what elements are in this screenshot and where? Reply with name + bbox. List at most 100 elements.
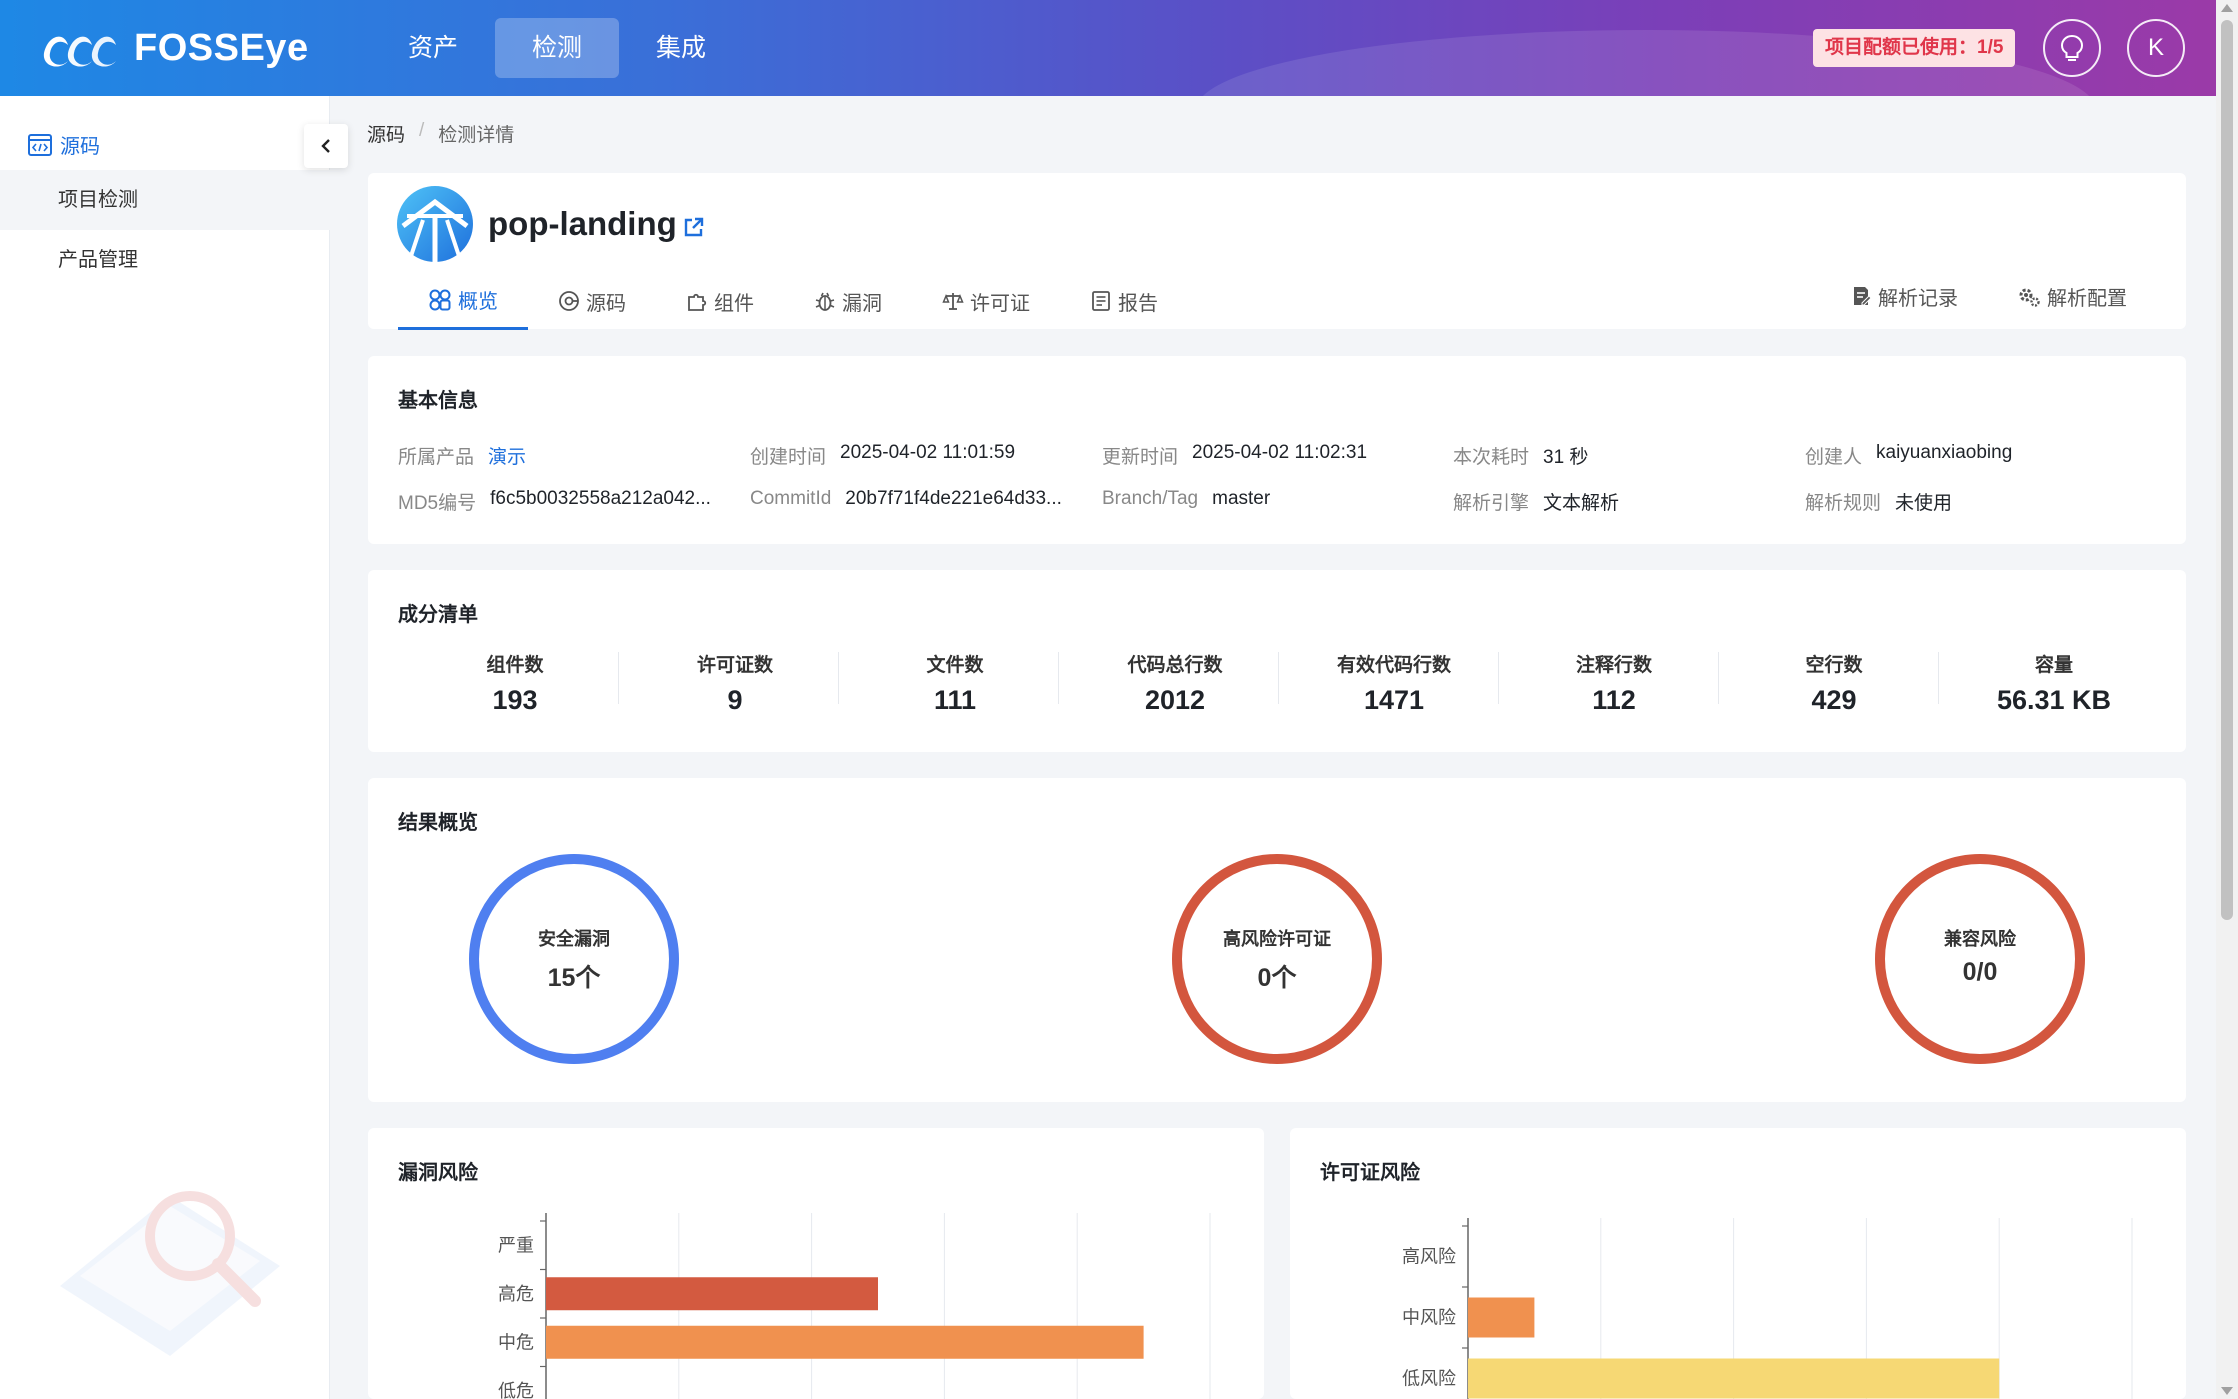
ring-compat-value: 0/0 [1962,958,1998,986]
tab-report[interactable]: 报告 [1060,272,1188,330]
info-duration-value: 31 秒 [1543,447,1589,468]
stat-divider [618,652,619,704]
stat-label: 代码总行数 [1127,655,1223,676]
info-created-value: 2025-04-02 11:01:59 [840,442,1016,463]
sidebar-item-project-detection[interactable]: 项目检测 [0,170,330,230]
external-link-icon[interactable] [683,216,705,238]
chart-bar[interactable] [546,1325,1144,1359]
stat-label: 容量 [2034,655,2073,676]
scrollbar-thumb[interactable] [2221,20,2233,920]
code-icon [28,133,52,156]
nav-integration[interactable]: 集成 [619,18,743,78]
scale-icon [942,293,964,310]
info-created: 创建时间 2025-04-02 11:01:59 [750,442,1015,469]
tab-components[interactable]: 组件 [656,272,784,330]
parse-config-button[interactable]: 解析配置 [2017,272,2127,320]
gears-icon [2019,288,2040,307]
logo-text: FOSSEye [134,26,309,69]
tab-overview-label: 概览 [458,291,498,313]
ring-license-label: 高风险许可证 [1223,929,1331,949]
chart-bar[interactable] [546,1277,878,1311]
info-engine-key: 解析引擎 [1453,493,1530,514]
stat-divider [838,652,839,704]
info-commit: CommitId 20b7f71f4de221e64d33... [750,488,1062,510]
stat-value: 112 [1592,685,1636,715]
tab-licenses-label: 许可证 [970,292,1030,315]
stat-value: 1471 [1363,685,1425,715]
parse-config-label: 解析配置 [2047,287,2127,310]
chart-category-label: 低危 [498,1381,534,1399]
project-tabs: 概览 源码 组件 漏洞 许可证 报告 [398,272,1188,330]
tips-button[interactable] [2043,19,2101,77]
scroll-up-arrow-icon[interactable] [2221,4,2233,12]
user-avatar-button[interactable]: K [2127,19,2185,77]
nav-detection[interactable]: 检测 [495,18,620,78]
main-nav: 资产 检测 集成 [371,18,743,78]
stat-label: 许可证数 [696,655,773,676]
tab-components-label: 组件 [714,292,754,315]
edit-document-icon [1854,287,1872,306]
info-creator-key: 创建人 [1805,447,1863,468]
chart-category-label: 高危 [498,1284,534,1304]
breadcrumb-source[interactable]: 源码 [367,120,405,147]
stat-divider [1278,652,1279,704]
stat-label: 有效代码行数 [1336,655,1451,676]
info-rule: 解析规则 未使用 [1805,488,1952,515]
chart-bar[interactable] [1468,1358,2000,1399]
breadcrumb-separator: / [419,120,425,141]
stat-label: 文件数 [926,655,984,676]
page-scrollbar[interactable] [2216,0,2238,1399]
tab-overview[interactable]: 概览 [398,272,528,330]
parse-records-button[interactable]: 解析记录 [1850,272,1958,320]
stat-licenses: 许可证数 9 [625,650,845,716]
breadcrumb-detail: 检测详情 [438,125,515,146]
sidebar-root-label: 源码 [60,136,100,158]
sidebar-collapse-button[interactable] [304,124,348,168]
tab-vulnerabilities[interactable]: 漏洞 [784,272,912,330]
sidebar-root-source[interactable]: 源码 [28,130,100,159]
stat-divider [1058,652,1059,704]
chart-category-label: 中危 [498,1332,534,1352]
chart-bar[interactable] [1468,1297,1535,1338]
tab-source-label: 源码 [586,292,626,315]
info-updated-value: 2025-04-02 11:02:31 [1192,442,1368,463]
info-creator-value: kaiyuanxiaobing [1876,442,2013,463]
stat-value: 2012 [1144,685,1206,715]
info-branch-key: Branch/Tag [1102,488,1199,509]
lightbulb-icon [2060,34,2084,61]
stat-capacity: 容量 56.31 KB [1944,650,2164,716]
basic-info-title: 基本信息 [398,390,478,412]
chevron-left-icon [321,139,330,153]
chart-category-label: 低风险 [1402,1369,1456,1389]
stat-blank-lines: 空行数 429 [1724,650,1944,716]
nav-assets[interactable]: 资产 [371,18,495,78]
info-creator: 创建人 kaiyuanxiaobing [1805,442,2012,469]
sidebar-item-product-management[interactable]: 产品管理 [0,230,330,290]
scroll-down-arrow-icon[interactable] [2221,1387,2233,1395]
chart-category-label: 高风险 [1402,1247,1456,1267]
quota-badge: 项目配额已使用：1/5 [1813,29,2016,67]
tab-source[interactable]: 源码 [528,272,656,330]
parse-records-label: 解析记录 [1878,287,1958,310]
logo[interactable]: FOSSEye [38,20,309,76]
info-md5: MD5编号 f6c5b0032558a212a042... [398,488,711,515]
info-md5-value: f6c5b0032558a212a042... [490,488,711,509]
stat-divider [1498,652,1499,704]
info-branch-value: master [1212,488,1271,509]
top-navigation-bar: FOSSEye 资产 检测 集成 项目配额已使用：1/5 K [0,0,2216,96]
stat-value: 111 [933,685,977,715]
info-rule-key: 解析规则 [1805,493,1882,514]
bug-icon [815,292,835,311]
info-branch: Branch/Tag master [1102,488,1270,510]
info-product-link[interactable]: 演示 [488,442,526,469]
sidebar-illustration [60,1191,280,1356]
stat-files: 文件数 111 [845,650,1065,716]
ring-compat-label: 兼容风险 [1944,929,2016,949]
report-icon [1092,291,1110,311]
sidebar: 源码 项目检测 产品管理 [0,96,330,1399]
tab-licenses[interactable]: 许可证 [912,272,1060,330]
logo-icon [43,36,116,67]
info-created-key: 创建时间 [750,447,827,468]
stat-components: 组件数 193 [405,650,625,716]
info-product: 所属产品 演示 [398,442,526,469]
